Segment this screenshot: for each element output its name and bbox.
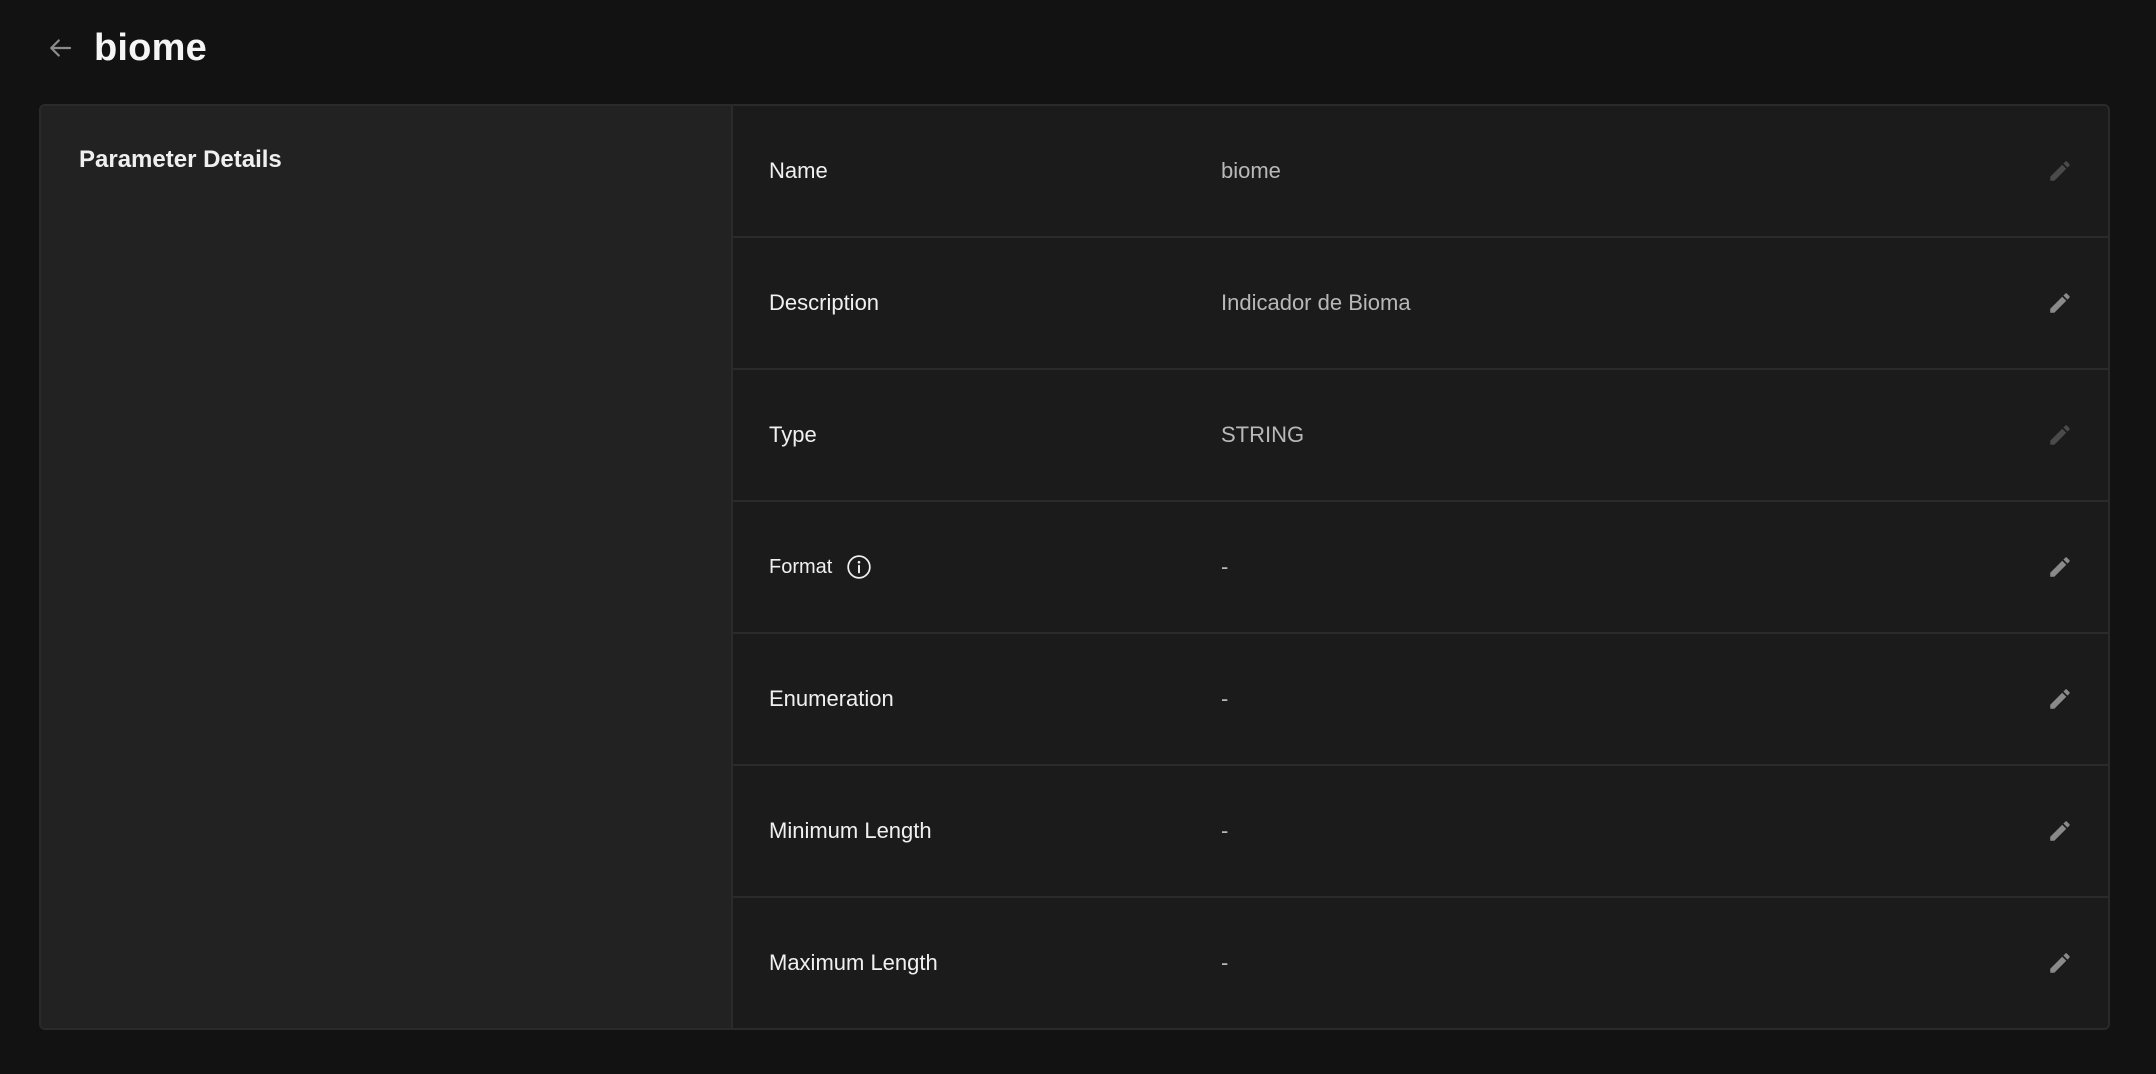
field-label: Format [769,554,1221,580]
pencil-icon [2050,425,2070,445]
field-label: Minimum Length [769,818,932,843]
parameter-details-panel: Parameter Details Name biome Description… [39,104,2110,1030]
arrow-left-icon [50,39,72,57]
field-label: Type [769,422,817,447]
field-value: Indicador de Bioma [1221,290,1411,315]
field-value: STRING [1221,422,1305,447]
pencil-icon [2050,293,2070,313]
page-header: biome [40,20,207,76]
field-row-enumeration: Enumeration - [733,634,2108,766]
pencil-icon [2050,953,2070,973]
field-row-type: Type STRING [733,370,2108,502]
field-value: biome [1221,158,1281,183]
field-row-maximum-length: Maximum Length - [733,898,2108,1028]
edit-format-button[interactable] [2042,549,2078,585]
field-row-name: Name biome [733,106,2108,238]
field-value: - [1221,554,1229,579]
field-label: Maximum Length [769,950,938,975]
field-value: - [1221,950,1229,975]
edit-name-button [2042,153,2078,189]
page-title: biome [94,26,207,69]
field-label: Name [769,158,828,183]
field-label: Description [769,290,880,315]
edit-maximum-length-button[interactable] [2042,945,2078,981]
field-label: Enumeration [769,686,894,711]
field-row-minimum-length: Minimum Length - [733,766,2108,898]
edit-minimum-length-button[interactable] [2042,813,2078,849]
back-button[interactable] [40,28,80,68]
info-icon[interactable] [846,554,872,580]
pencil-icon [2050,689,2070,709]
section-title: Parameter Details [79,146,282,173]
field-value: - [1221,818,1229,843]
pencil-icon [2050,821,2070,841]
field-row-format: Format - [733,502,2108,634]
edit-enumeration-button[interactable] [2042,681,2078,717]
field-row-description: Description Indicador de Bioma [733,238,2108,370]
edit-description-button[interactable] [2042,285,2078,321]
field-value: - [1221,686,1229,711]
pencil-icon [2050,557,2070,577]
pencil-icon [2050,161,2070,181]
parameter-details-sidebar: Parameter Details [41,106,733,1028]
edit-type-button [2042,417,2078,453]
parameter-fields-list: Name biome Description Indicador de Biom… [733,106,2108,1028]
